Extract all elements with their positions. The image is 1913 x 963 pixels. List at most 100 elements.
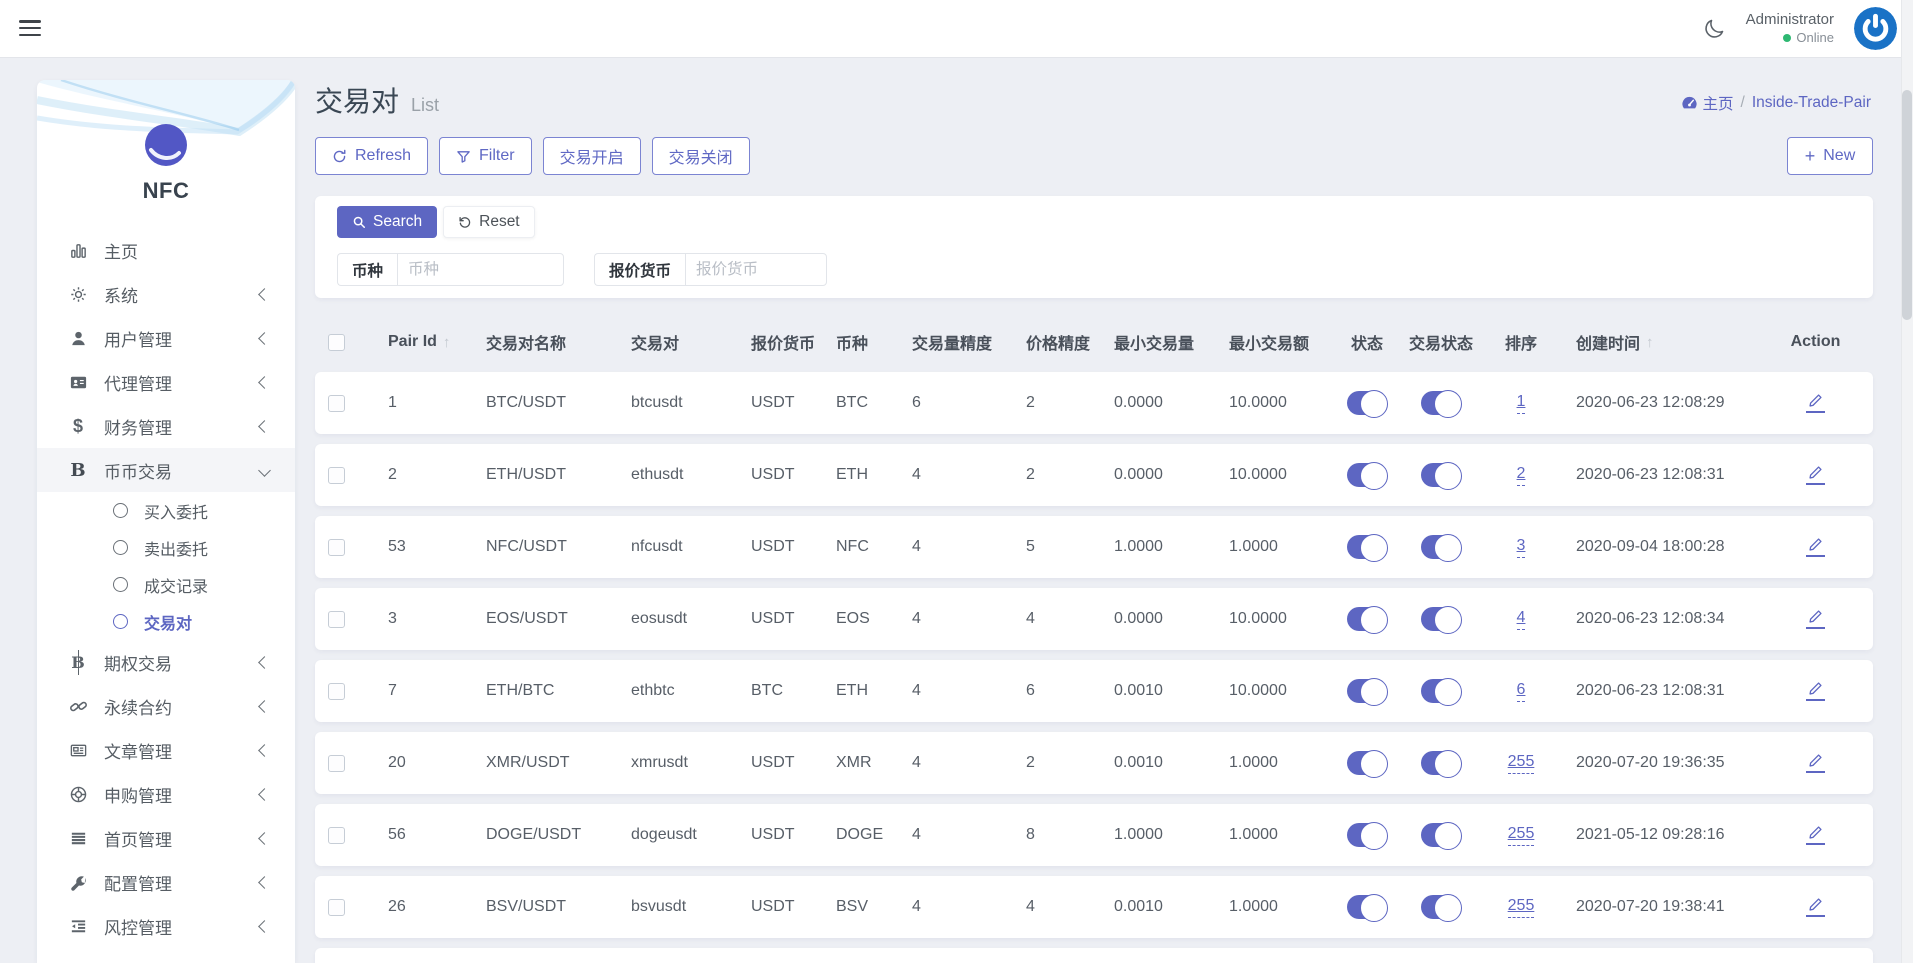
sidebar-subitem[interactable]: 卖出委托: [37, 529, 295, 566]
quote-currency-input[interactable]: [685, 253, 828, 286]
sidebar-item-label: 币币交易: [104, 462, 172, 482]
trade-open-button[interactable]: 交易开启: [542, 137, 641, 175]
user-menu[interactable]: Administrator Online: [1746, 11, 1834, 46]
select-all-checkbox[interactable]: [328, 333, 345, 351]
edit-button[interactable]: [1806, 609, 1825, 629]
trade-close-button[interactable]: 交易关闭: [651, 137, 750, 175]
chevron-left-icon: [258, 655, 271, 669]
edit-button[interactable]: [1806, 465, 1825, 485]
breadcrumb-home-link[interactable]: 主页: [1681, 92, 1734, 114]
column-header-created_at[interactable]: 创建时间 ↑: [1564, 330, 1758, 354]
sidebar-item-dollar[interactable]: $ 财务管理: [37, 404, 295, 448]
row-checkbox[interactable]: [328, 682, 345, 700]
sort-value-link[interactable]: 2: [1516, 465, 1526, 486]
cell-name: BSV/USDT: [486, 898, 567, 915]
sort-value-link[interactable]: 255: [1507, 753, 1535, 774]
column-header-pair_id[interactable]: Pair Id ↑: [388, 333, 486, 351]
chevron-left-icon: [258, 699, 271, 713]
sidebar-item-lock[interactable]: 锁仓管理: [37, 948, 295, 963]
sort-value-link[interactable]: 255: [1507, 825, 1535, 846]
sidebar-item-link[interactable]: 永续合约: [37, 684, 295, 728]
sort-value-link[interactable]: 6: [1516, 681, 1526, 702]
sidebar-item-bar-chart[interactable]: 主页: [37, 228, 295, 272]
status-toggle[interactable]: [1347, 390, 1388, 418]
chevron-left-icon: [258, 919, 271, 933]
sidebar-item-id-card[interactable]: 代理管理: [37, 360, 295, 404]
base-currency-input[interactable]: [397, 253, 565, 286]
sidebar-item-label: 风控管理: [104, 918, 172, 938]
sort-value-link[interactable]: 3: [1516, 537, 1526, 558]
page-subtitle: List: [411, 95, 440, 115]
cell-volume_precision: 4: [912, 826, 921, 843]
refresh-button[interactable]: Refresh: [315, 137, 429, 175]
status-toggle[interactable]: [1347, 894, 1388, 922]
reset-button[interactable]: Reset: [443, 206, 535, 238]
trade_status-toggle[interactable]: [1421, 750, 1462, 778]
brand-name[interactable]: NFC: [37, 178, 295, 204]
filter-button[interactable]: Filter: [439, 137, 532, 175]
breadcrumb-current[interactable]: Inside-Trade-Pair: [1752, 94, 1871, 112]
sidebar-item-gear[interactable]: 系统: [37, 272, 295, 316]
trade_status-toggle[interactable]: [1421, 534, 1462, 562]
link-icon: [67, 697, 89, 716]
status-toggle[interactable]: [1347, 606, 1388, 634]
sidebar-item-align-justify[interactable]: 首页管理: [37, 816, 295, 860]
status-toggle[interactable]: [1347, 750, 1388, 778]
row-checkbox[interactable]: [328, 754, 345, 772]
row-checkbox[interactable]: [328, 610, 345, 628]
status-toggle[interactable]: [1347, 822, 1388, 850]
trade_status-toggle[interactable]: [1421, 462, 1462, 490]
row-checkbox[interactable]: [328, 898, 345, 916]
sidebar-item-label: 文章管理: [104, 742, 172, 762]
sort-value-link[interactable]: 255: [1507, 897, 1535, 918]
trade_status-toggle[interactable]: [1421, 606, 1462, 634]
row-checkbox[interactable]: [328, 538, 345, 556]
sidebar-item-outdent[interactable]: 风控管理: [37, 904, 295, 948]
cell-base: EOS: [836, 610, 870, 627]
sidebar-subitem[interactable]: 成交记录: [37, 566, 295, 603]
sort-value-link[interactable]: 4: [1516, 609, 1526, 630]
cell-price_precision: 4: [1026, 610, 1035, 627]
status-toggle[interactable]: [1347, 678, 1388, 706]
column-header-pair: 交易对: [631, 330, 751, 354]
sidebar-subitem[interactable]: 交易对: [37, 603, 295, 640]
edit-button[interactable]: [1806, 753, 1825, 773]
sidebar-item-wrench[interactable]: 配置管理: [37, 860, 295, 904]
edit-button[interactable]: [1806, 393, 1825, 413]
status-toggle[interactable]: [1347, 534, 1388, 562]
moon-icon[interactable]: [1702, 17, 1726, 41]
column-header-trade_status: 交易状态: [1404, 330, 1478, 354]
row-checkbox[interactable]: [328, 466, 345, 484]
edit-button[interactable]: [1806, 825, 1825, 845]
edit-button[interactable]: [1806, 681, 1825, 701]
row-checkbox[interactable]: [328, 394, 345, 412]
trade_status-toggle[interactable]: [1421, 390, 1462, 418]
sidebar-subitem[interactable]: 买入委托: [37, 492, 295, 529]
search-button[interactable]: Search: [337, 206, 438, 238]
sidebar-item-user[interactable]: 用户管理: [37, 316, 295, 360]
scrollbar-thumb[interactable]: [1902, 90, 1912, 320]
trade_status-toggle[interactable]: [1421, 822, 1462, 850]
row-checkbox[interactable]: [328, 826, 345, 844]
status-toggle[interactable]: [1347, 462, 1388, 490]
new-button[interactable]: + New: [1787, 137, 1873, 175]
sidebar-item-baht[interactable]: B 期权交易: [37, 640, 295, 684]
cell-price_precision: 2: [1026, 754, 1035, 771]
sidebar-item-label: 用户管理: [104, 330, 172, 350]
sidebar-item-bitcoin-b[interactable]: B 币币交易: [37, 448, 295, 492]
column-label: 状态: [1350, 336, 1383, 353]
avatar[interactable]: [1854, 7, 1897, 50]
column-label: 交易对名称: [486, 336, 567, 353]
sidebar-item-newspaper[interactable]: 文章管理: [37, 728, 295, 772]
edit-button[interactable]: [1806, 537, 1825, 557]
outdent-icon: [67, 917, 89, 936]
sort-value-link[interactable]: 1: [1516, 393, 1526, 414]
hamburger-icon[interactable]: [19, 20, 41, 40]
edit-button[interactable]: [1806, 897, 1825, 917]
sidebar-item-life-ring[interactable]: 申购管理: [37, 772, 295, 816]
trade_status-toggle[interactable]: [1421, 678, 1462, 706]
cell-volume_precision: 4: [912, 754, 921, 771]
user-icon: [67, 329, 89, 348]
cell-min_amount: 10.0000: [1229, 610, 1287, 627]
trade_status-toggle[interactable]: [1421, 894, 1462, 922]
